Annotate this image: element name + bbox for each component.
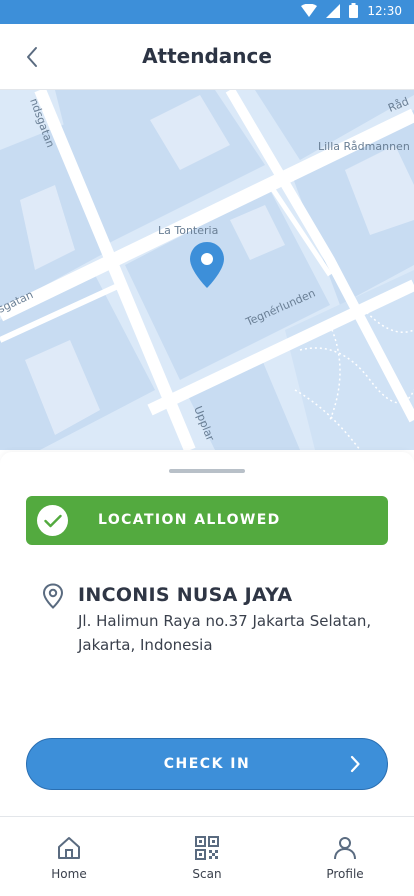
- location-outline-icon: [42, 583, 64, 609]
- nav-item-profile[interactable]: Profile: [276, 817, 414, 896]
- office-address: Jl. Halimun Raya no.37 Jakarta Selatan, …: [78, 609, 378, 657]
- office-address-line1: Jl. Halimun Raya no.37 Jakarta Selatan,: [78, 612, 372, 630]
- signal-icon: [326, 3, 341, 18]
- page-title: Attendance: [142, 44, 272, 68]
- chevron-right-icon: [350, 755, 360, 773]
- office-name: INCONIS NUSA JAYA: [78, 584, 293, 606]
- nav-item-scan[interactable]: Scan: [138, 817, 276, 896]
- qr-code-icon: [195, 836, 219, 860]
- check-in-button[interactable]: CHECK IN: [26, 738, 388, 790]
- nav-label-scan: Scan: [192, 867, 222, 881]
- home-icon: [58, 837, 80, 859]
- app-bar: Attendance: [0, 24, 414, 90]
- battery-icon: [349, 3, 359, 18]
- nav-item-home[interactable]: Home: [0, 817, 138, 896]
- map-label-la-tonteria: La Tonteria: [158, 224, 218, 237]
- map-label-lilla-radmannen: Lilla Rådmannen: [318, 140, 410, 153]
- map-view[interactable]: ndsgatan Råd Lilla Rådmannen La Tonteria…: [0, 90, 414, 450]
- user-icon: [334, 837, 356, 860]
- location-status-label: LOCATION ALLOWED: [98, 512, 281, 528]
- office-address-line2: Jakarta, Indonesia: [78, 636, 213, 654]
- check-circle: [37, 505, 68, 536]
- checkmark-icon: [43, 514, 62, 527]
- drag-handle[interactable]: [169, 469, 245, 473]
- map-canvas[interactable]: ndsgatan Råd Lilla Rådmannen La Tonteria…: [0, 90, 414, 450]
- status-bar: 12:30: [0, 0, 414, 24]
- status-time: 12:30: [367, 3, 402, 18]
- bottom-navigation: Home Scan Profile: [0, 816, 414, 896]
- wifi-icon: [301, 3, 318, 17]
- location-status-banner: LOCATION ALLOWED: [26, 496, 388, 545]
- nav-label-home: Home: [51, 867, 87, 881]
- status-icons: 12:30: [301, 3, 402, 18]
- check-in-label: CHECK IN: [163, 756, 251, 772]
- nav-label-profile: Profile: [326, 867, 364, 881]
- attendance-sheet: LOCATION ALLOWED INCONIS NUSA JAYA Jl. H…: [0, 452, 414, 816]
